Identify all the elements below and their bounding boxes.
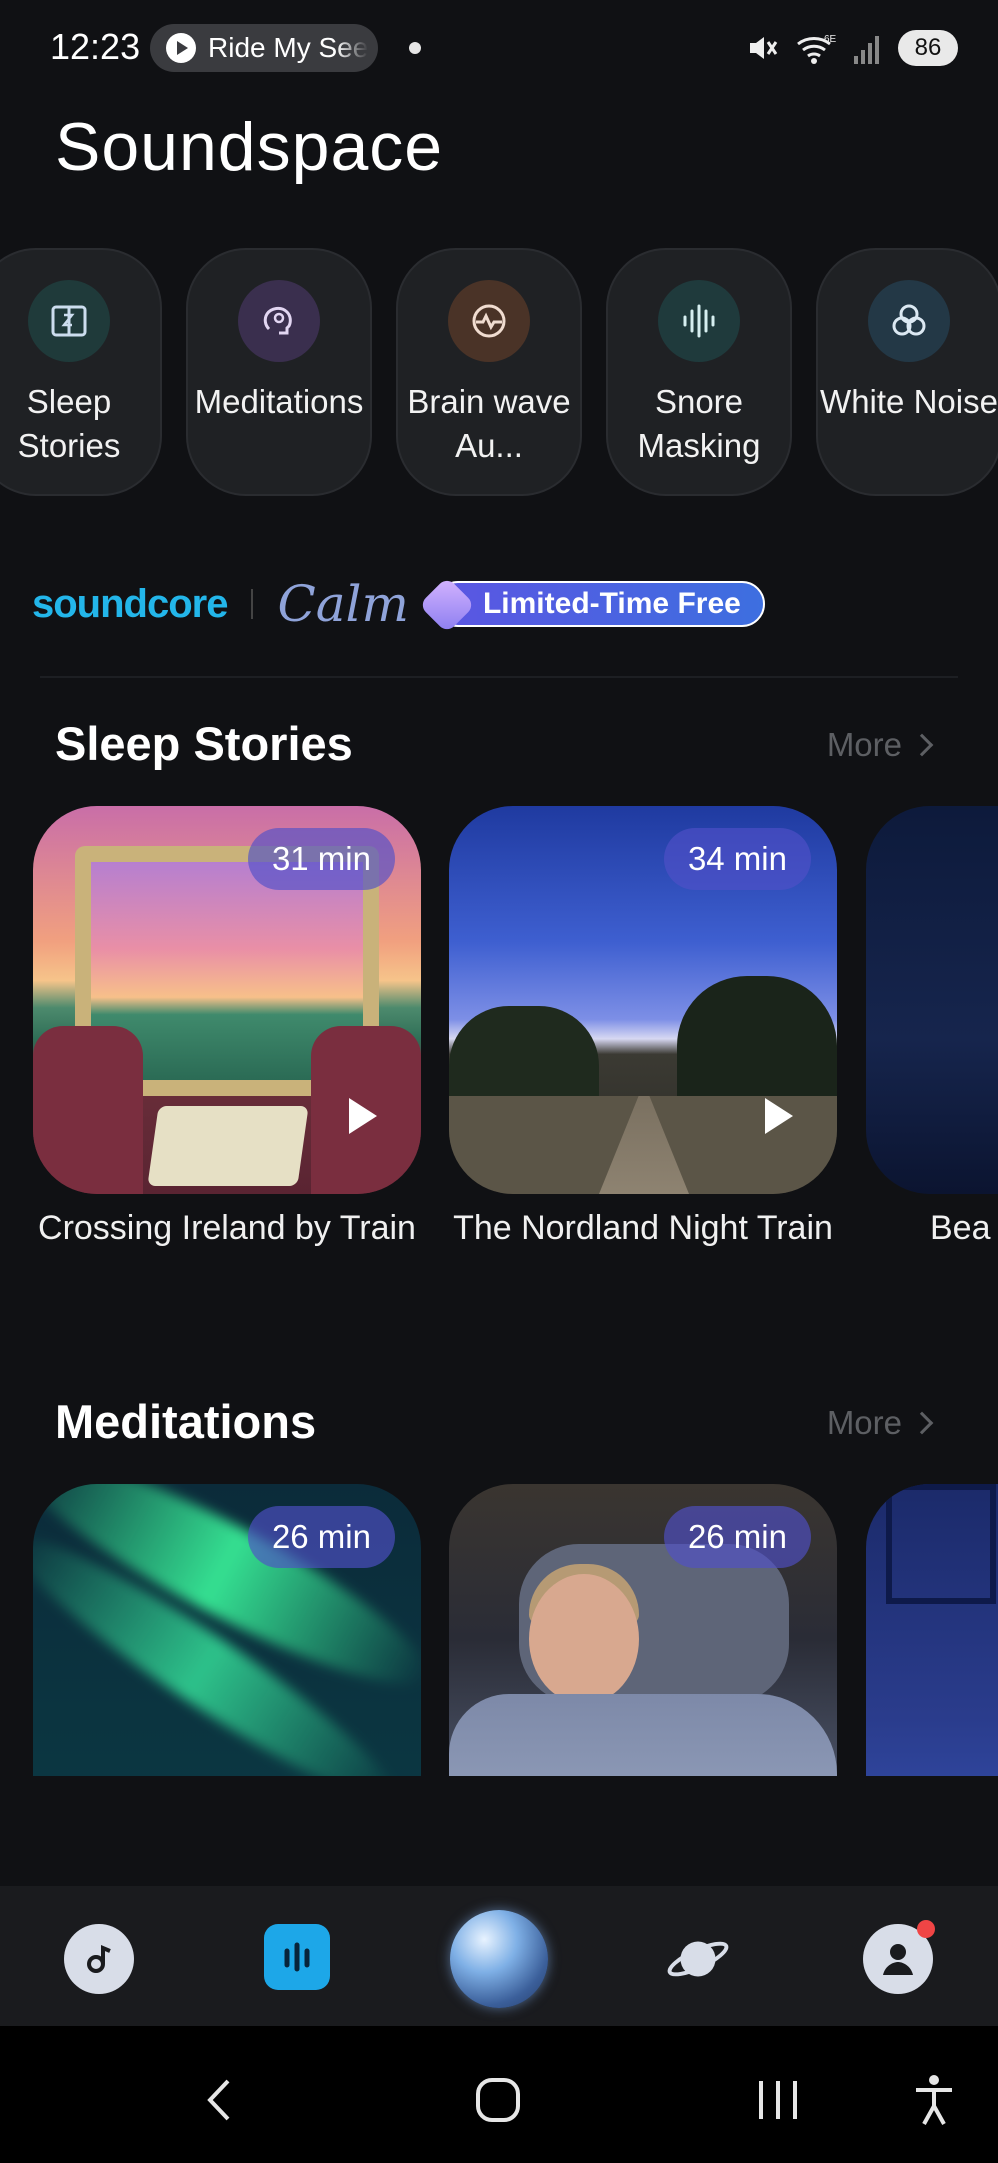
head-icon [238, 280, 320, 362]
duration-badge: 31 min [247, 828, 395, 890]
circles-icon [868, 280, 950, 362]
badge-label: Limited-Time Free [482, 587, 741, 620]
play-circle-icon [166, 33, 196, 63]
artwork-table [147, 1106, 309, 1186]
chevron-right-icon [910, 733, 934, 757]
media-chip-title: Ride My See [208, 32, 369, 63]
meditation-card-sleeping[interactable]: 26 min [449, 1484, 837, 1776]
artwork-blanket [449, 1694, 837, 1776]
clock: 12:23 [50, 26, 141, 67]
meditation-card-aurora[interactable]: 26 min [33, 1484, 421, 1776]
section-divider [40, 676, 958, 678]
chevron-right-icon [910, 1411, 934, 1435]
category-label: Snore Masking [637, 383, 761, 464]
home-icon[interactable] [468, 2070, 528, 2130]
divider [251, 589, 254, 619]
duration-badge: 26 min [247, 1506, 395, 1568]
meditations-more-link[interactable]: More [826, 1404, 934, 1442]
status-icons: 6E 86 [744, 28, 958, 68]
story-title: Crossing Ireland by Train [38, 1209, 416, 1247]
status-bar: 12:23 Ride My See 6E 86 [0, 0, 998, 96]
category-meditations[interactable]: Meditations [186, 248, 372, 496]
planet-icon[interactable] [663, 1924, 733, 1994]
soundwave-icon [658, 280, 740, 362]
category-brainwave-audio[interactable]: Brain wave Au... [396, 248, 582, 496]
category-row: Sleep Stories Meditations Brain wave Au.… [0, 248, 998, 498]
artwork-seat [33, 1026, 143, 1194]
duration-badge: 26 min [663, 1506, 811, 1568]
meditations-carousel: 26 min 26 min [0, 1484, 998, 1776]
story-title: The Nordland Night Train [453, 1209, 833, 1247]
wifi-icon: 6E [797, 34, 837, 64]
battery-indicator: 86 [898, 30, 958, 66]
tag-icon [418, 576, 476, 634]
sleep-stories-carousel: 31 min Crossing Ireland by Train 34 min … [0, 806, 998, 1306]
bottom-navigation [0, 1886, 998, 2026]
story-card-nordland-night-train[interactable]: 34 min [449, 806, 837, 1194]
category-sleep-stories[interactable]: Sleep Stories [0, 248, 162, 496]
story-card-partial[interactable] [866, 806, 998, 1194]
back-icon[interactable] [190, 2070, 250, 2130]
notification-dot-icon [409, 42, 421, 54]
section-title-meditations: Meditations [55, 1395, 317, 1448]
mute-vibrate-icon [750, 37, 778, 59]
system-navigation-bar [0, 2026, 998, 2163]
music-icon[interactable] [64, 1924, 134, 1994]
duration-badge: 34 min [663, 828, 811, 890]
book-icon [28, 280, 110, 362]
meditation-card-partial[interactable] [866, 1484, 998, 1776]
category-label: Brain wave Au... [407, 383, 571, 464]
media-playing-chip[interactable]: Ride My See [150, 24, 378, 72]
category-label: Sleep Stories [17, 383, 121, 464]
limited-time-free-badge: Limited-Time Free [418, 576, 765, 634]
play-icon[interactable] [765, 1098, 793, 1134]
signal-icon [854, 36, 879, 64]
artwork-window [886, 1484, 996, 1604]
notification-badge [917, 1920, 935, 1938]
more-label: More [826, 726, 902, 763]
accessibility-icon[interactable] [904, 2070, 964, 2130]
section-title-sleep-stories: Sleep Stories [55, 717, 353, 770]
calm-promo-banner[interactable]: soundcore Calm Limited-Time Free [32, 574, 962, 634]
story-title: Bea [930, 1209, 991, 1247]
category-white-noise[interactable]: White Noise [816, 248, 998, 496]
category-label: Meditations [194, 383, 364, 420]
artwork-face [529, 1574, 639, 1704]
recents-icon[interactable] [748, 2070, 808, 2130]
soundcore-logo: soundcore [32, 581, 228, 626]
category-label: White Noise [820, 383, 998, 420]
soundspace-icon[interactable] [264, 1924, 330, 1990]
calm-logo: Calm [277, 575, 409, 633]
more-label: More [826, 1404, 902, 1441]
category-snore-masking[interactable]: Snore Masking [606, 248, 792, 496]
page-title: Soundspace [55, 109, 444, 185]
brainwave-icon [448, 280, 530, 362]
play-icon[interactable] [349, 1098, 377, 1134]
story-card-crossing-ireland[interactable]: 31 min [33, 806, 421, 1194]
profile-icon[interactable] [863, 1920, 935, 1994]
orb-icon[interactable] [450, 1910, 548, 2008]
svg-text:6E: 6E [824, 34, 837, 45]
sleep-stories-more-link[interactable]: More [826, 726, 934, 764]
artwork-trees [677, 976, 837, 1116]
